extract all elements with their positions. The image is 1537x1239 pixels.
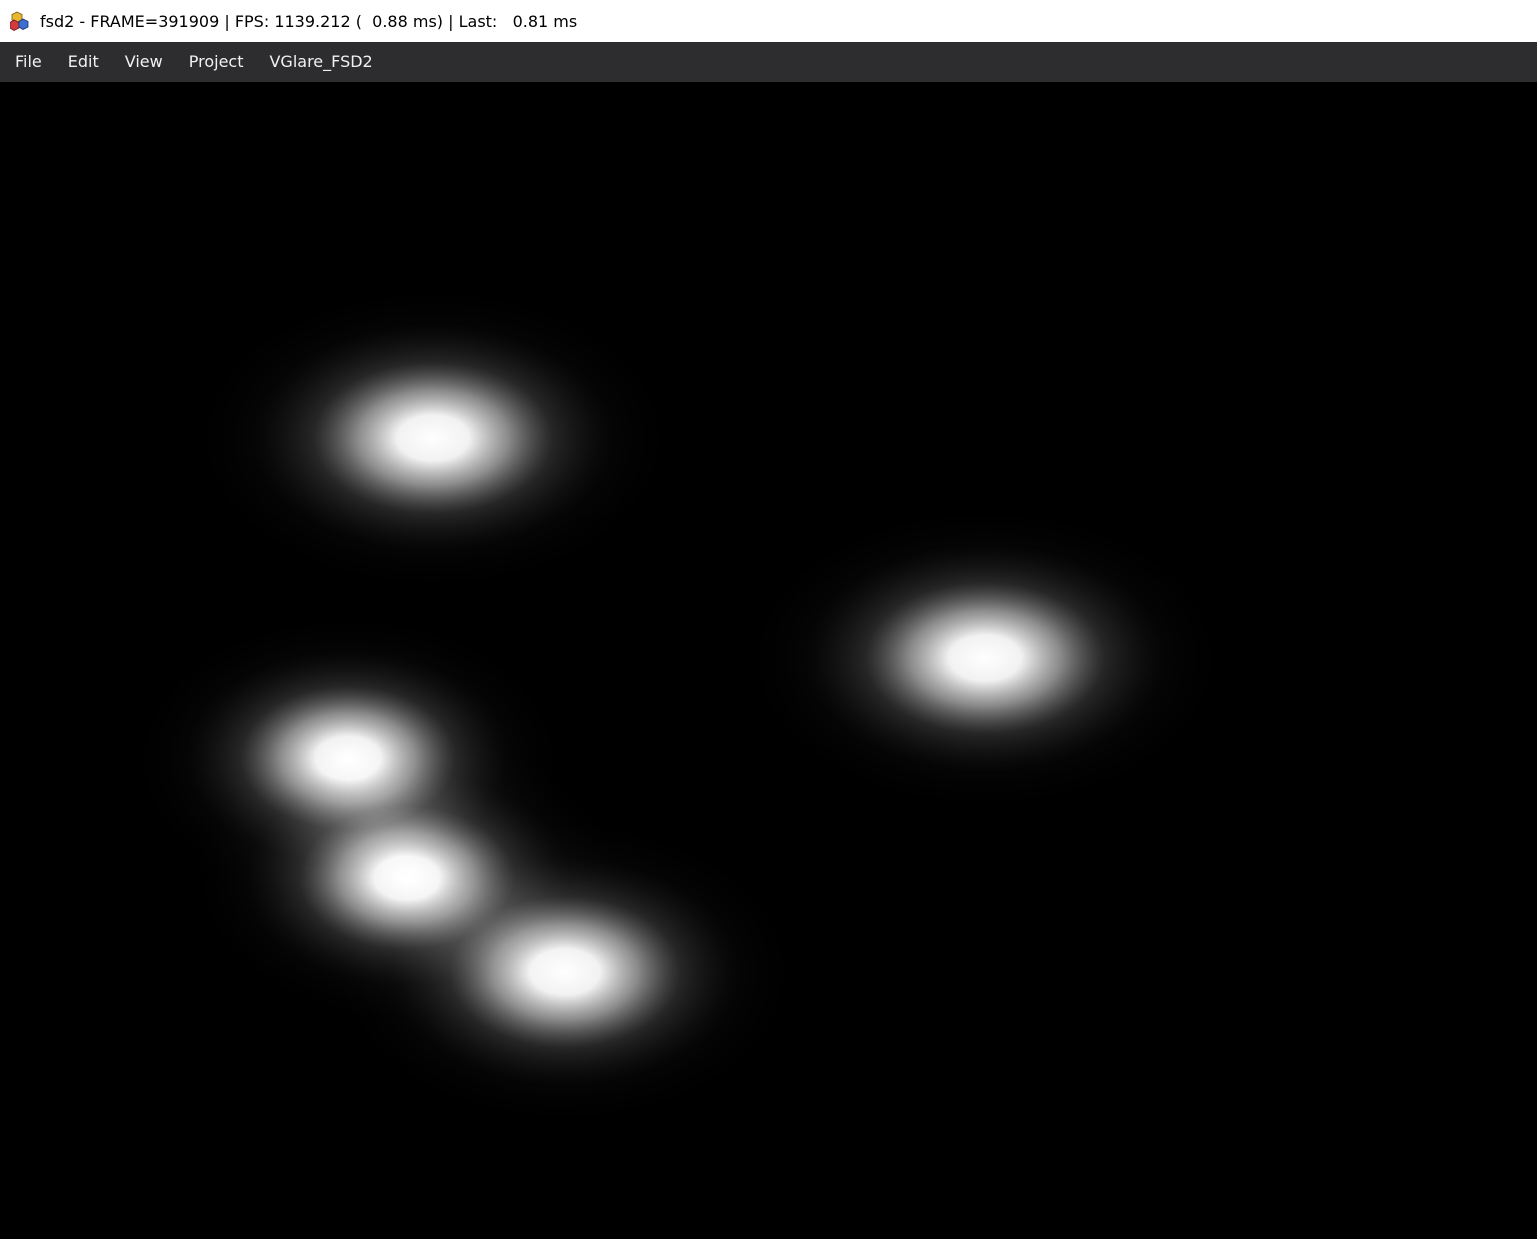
menu-edit[interactable]: Edit bbox=[55, 42, 112, 82]
menu-bar: File Edit View Project VGlare_FSD2 bbox=[0, 42, 1537, 82]
glow-render-canvas bbox=[0, 82, 1537, 1239]
menu-view[interactable]: View bbox=[112, 42, 176, 82]
app-window: fsd2 - FRAME=391909 | FPS: 1139.212 ( 0.… bbox=[0, 0, 1537, 1239]
menu-vglare-fsd2[interactable]: VGlare_FSD2 bbox=[256, 42, 385, 82]
menu-file[interactable]: File bbox=[2, 42, 55, 82]
render-viewport[interactable] bbox=[0, 82, 1537, 1239]
title-bar[interactable]: fsd2 - FRAME=391909 | FPS: 1139.212 ( 0.… bbox=[0, 0, 1537, 42]
app-cubes-icon bbox=[9, 10, 32, 32]
menu-project[interactable]: Project bbox=[176, 42, 257, 82]
window-title: fsd2 - FRAME=391909 | FPS: 1139.212 ( 0.… bbox=[40, 11, 578, 31]
